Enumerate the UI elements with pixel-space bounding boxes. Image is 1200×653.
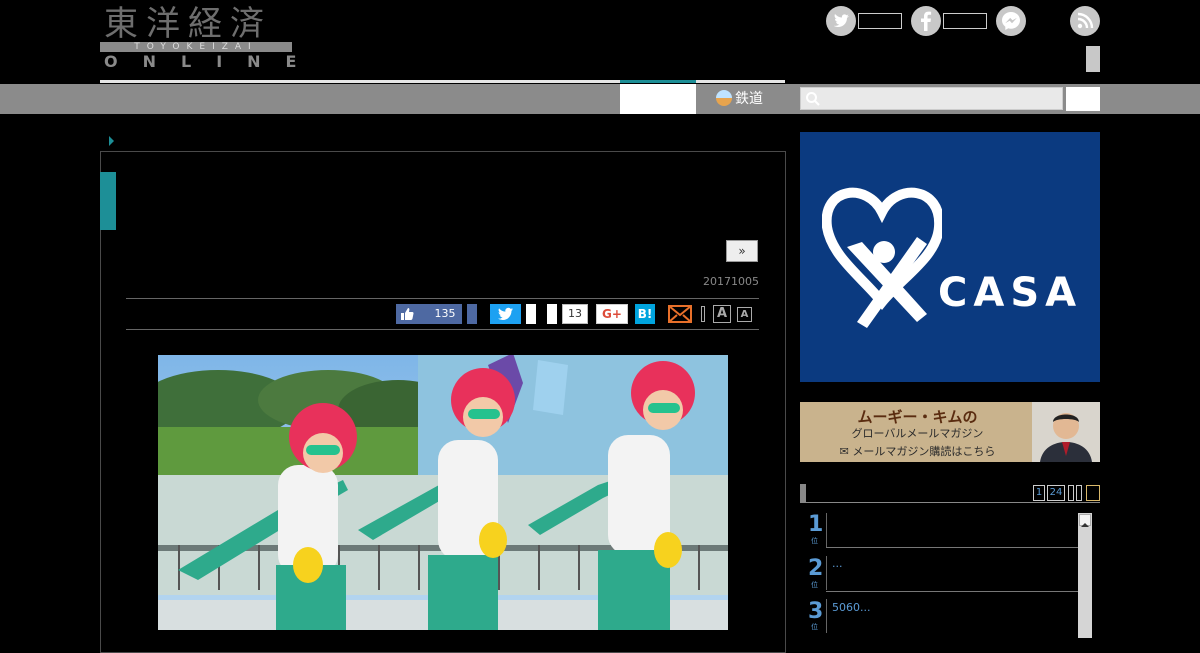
next-page-button[interactable]: » [726, 240, 758, 262]
ranking-header-bar [800, 484, 806, 502]
chevron-up-icon [1081, 523, 1089, 527]
author-portrait [1032, 402, 1100, 462]
divider-bottom [126, 329, 759, 330]
logo-title[interactable]: 東洋経済 [104, 4, 272, 44]
twitter-count-bubble [526, 304, 536, 324]
nav-tab-rail-label: 鉄道 [735, 91, 763, 107]
title-accent-bar [100, 172, 116, 230]
casa-heart-logo-icon [822, 187, 942, 328]
ranking-scrollbar[interactable] [1078, 513, 1092, 638]
ad-subline: グローバルメールマガジン [851, 427, 984, 440]
breadcrumb-arrow-icon [109, 136, 114, 146]
ranking-tab-5[interactable] [1086, 485, 1100, 501]
ranking-tab-4[interactable] [1076, 485, 1082, 501]
mail-icon[interactable] [668, 305, 692, 323]
facebook-share-button[interactable] [467, 304, 477, 324]
facebook-count-label: 135 [434, 307, 456, 320]
twitter-icon[interactable] [826, 6, 856, 36]
rank-separator [826, 547, 1078, 548]
rank-separator [826, 591, 1078, 592]
ad-headline: ムーギー・キムの [857, 408, 978, 426]
menu-button[interactable] [1086, 46, 1100, 72]
pocket-count: 13 [562, 304, 588, 324]
scroll-up-button[interactable] [1079, 514, 1091, 527]
rank-2-title[interactable]: ... [832, 557, 843, 570]
hatena-bookmark-button[interactable]: B! [635, 304, 655, 324]
search-button[interactable] [1066, 87, 1100, 111]
rank-3-title[interactable]: 5060... [832, 601, 870, 614]
pocket-button[interactable] [547, 304, 557, 324]
share-separator [701, 306, 705, 322]
train-icon [716, 90, 732, 106]
divider-top [126, 298, 759, 299]
rank-2-divider [826, 556, 827, 590]
messenger-icon[interactable] [996, 6, 1026, 36]
rank-1-divider [826, 513, 827, 547]
mail-magazine-ad-banner[interactable]: ムーギー・キムの グローバルメールマガジン ✉ メールマガジン購読はこちら [800, 402, 1100, 462]
font-size-small-button[interactable]: A [737, 307, 752, 322]
rss-icon[interactable] [1070, 6, 1100, 36]
ranking-tab-1[interactable]: 1 [1033, 485, 1045, 501]
twitter-bird-icon [498, 307, 513, 320]
article-date: 20171005 [703, 275, 759, 288]
rank-2-mark: 位 [811, 581, 818, 589]
rank-2-number: 2 [808, 556, 824, 581]
ranking-header-line [800, 502, 1100, 503]
article-photo [158, 355, 728, 630]
search-icon [806, 92, 820, 106]
logo-online: ONLINE [104, 52, 322, 71]
ranking-tab-3[interactable] [1068, 485, 1074, 501]
nav-active-indicator [620, 80, 696, 83]
facebook-icon[interactable] [911, 6, 941, 36]
rank-1-mark: 位 [811, 537, 818, 545]
nav-tab-active[interactable] [620, 84, 696, 114]
ranking-tab-24[interactable]: 24 [1047, 485, 1065, 501]
rank-3-divider [826, 599, 827, 633]
facebook-count [943, 13, 987, 29]
google-plus-button[interactable]: G+ [596, 304, 628, 324]
twitter-share-button[interactable] [490, 304, 521, 324]
casa-ad-text: CASA [938, 270, 1083, 316]
search-input[interactable] [800, 87, 1063, 110]
casa-ad-banner[interactable]: CASA [800, 132, 1100, 382]
rank-3-mark: 位 [811, 623, 818, 631]
ad-cta: ✉ メールマガジン購読はこちら [839, 445, 996, 458]
twitter-count [858, 13, 902, 29]
font-size-large-button[interactable]: A [713, 305, 731, 323]
rank-1-number: 1 [808, 512, 824, 537]
thumbs-up-icon [401, 308, 414, 320]
nav-tab-rail[interactable]: 鉄道 [716, 88, 763, 110]
